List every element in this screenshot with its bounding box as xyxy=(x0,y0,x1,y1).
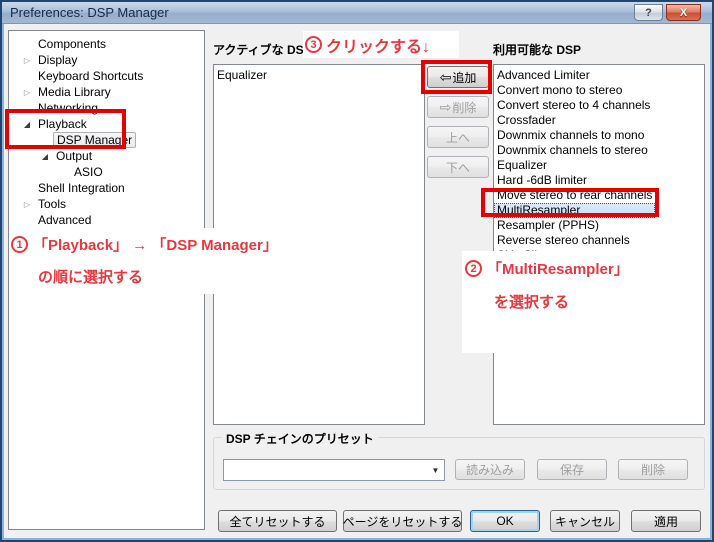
list-item-label: Reverse stereo channels xyxy=(497,233,630,247)
tree-item[interactable]: Components xyxy=(9,36,204,52)
arrow-left-icon xyxy=(440,70,453,84)
arrow-right-icon xyxy=(440,100,453,114)
preset-combobox[interactable]: ▼ xyxy=(223,459,445,481)
circled-number-icon: 3 xyxy=(305,36,322,53)
annotation-step2: 2 「MultiResampler」 を選択する xyxy=(462,251,654,353)
cancel-button[interactable]: キャンセル xyxy=(550,510,620,532)
list-item[interactable]: Downmix channels to stereo xyxy=(494,143,704,158)
circled-number-icon: 1 xyxy=(11,236,28,253)
delete-preset-button[interactable]: 削除 xyxy=(618,459,688,480)
add-button[interactable]: 追加 xyxy=(427,66,489,88)
help-button[interactable]: ? xyxy=(634,4,663,21)
tree-expander-icon[interactable] xyxy=(19,195,35,213)
tree-expander-icon[interactable] xyxy=(19,51,35,69)
active-dsp-label: アクティブな DSP xyxy=(213,43,312,57)
list-item-label: Resampler (PPHS) xyxy=(497,218,600,232)
list-item-label: Equalizer xyxy=(497,158,548,172)
window-title: Preferences: DSP Manager xyxy=(10,5,169,20)
tree-item[interactable]: Advanced xyxy=(9,212,204,228)
chevron-down-icon[interactable]: ▼ xyxy=(427,466,444,475)
reset-all-button[interactable]: 全てリセットする xyxy=(218,510,337,532)
dsp-chain-preset-label: DSP チェインのプリセット xyxy=(222,430,378,447)
list-item-label: Crossfader xyxy=(497,113,556,127)
list-item[interactable]: Convert mono to stereo xyxy=(494,83,704,98)
annotation-step1: 1 「Playback」 → 「DSP Manager」 の順に選択する xyxy=(11,228,363,294)
tree-item[interactable]: Keyboard Shortcuts xyxy=(9,68,204,84)
tree-item-label: Keyboard Shortcuts xyxy=(38,69,144,83)
list-item-label: Convert mono to stereo xyxy=(497,83,623,97)
tree-item-label: Display xyxy=(38,53,78,67)
ok-button[interactable]: OK xyxy=(470,510,540,532)
close-button[interactable]: X xyxy=(666,4,701,21)
list-item[interactable]: MultiResampler xyxy=(494,203,655,218)
list-item[interactable]: Move stereo to rear channels xyxy=(494,188,704,203)
tree-item-label: Media Library xyxy=(38,85,111,99)
circled-number-icon: 2 xyxy=(465,260,482,277)
list-item[interactable]: Advanced Limiter xyxy=(494,68,704,83)
tree-item[interactable]: Playback xyxy=(9,116,204,132)
reset-page-button[interactable]: ページをリセットする xyxy=(343,510,462,532)
list-item-label: Move stereo to rear channels xyxy=(497,188,653,202)
annotation-step2-line2: を選択する xyxy=(494,294,570,311)
tree-item-label: ASIO xyxy=(74,165,103,179)
list-item-label: Downmix channels to mono xyxy=(497,128,645,142)
list-item[interactable]: Convert stereo to 4 channels xyxy=(494,98,704,113)
tree-item[interactable]: Networking xyxy=(9,100,204,116)
list-item[interactable]: Crossfader xyxy=(494,113,704,128)
list-item[interactable]: Equalizer xyxy=(494,158,704,173)
list-item[interactable]: Equalizer xyxy=(214,68,424,83)
tree-item[interactable]: DSP Manager xyxy=(9,132,204,148)
title-bar: Preferences: DSP Manager ? X xyxy=(2,2,712,24)
tree-item-label: Shell Integration xyxy=(38,181,125,195)
tree-item-label: Output xyxy=(56,149,93,163)
load-preset-button[interactable]: 読み込み xyxy=(455,459,525,480)
list-item-label: Hard -6dB limiter xyxy=(497,173,588,187)
tree-item[interactable]: Output xyxy=(9,148,204,164)
move-down-button[interactable]: 下へ xyxy=(427,156,489,178)
tree-item-label: Tools xyxy=(38,197,67,211)
remove-button[interactable]: 削除 xyxy=(427,96,489,118)
available-dsp-list: Advanced Limiter Convert mono to stereo … xyxy=(493,64,705,425)
available-dsp-label: 利用可能な DSP xyxy=(493,43,582,57)
annotation-step2-line1: 「MultiResampler」 xyxy=(487,261,629,278)
tree-item-label: Playback xyxy=(38,117,87,131)
tree-expander-icon[interactable] xyxy=(19,115,35,133)
tree-item-label: Networking xyxy=(38,101,99,115)
annotation-step1-line2: の順に選択する xyxy=(38,269,144,286)
tree-item[interactable]: Media Library xyxy=(9,84,204,100)
list-item[interactable]: Hard -6dB limiter xyxy=(494,173,704,188)
list-item-label: Downmix channels to stereo xyxy=(497,143,648,157)
save-preset-button[interactable]: 保存 xyxy=(537,459,607,480)
annotation-step3-text: クリックする↓ xyxy=(326,38,431,56)
list-item-label: Equalizer xyxy=(217,68,268,82)
tree-expander-icon[interactable] xyxy=(37,147,53,165)
list-item-label: Advanced Limiter xyxy=(497,68,590,82)
preferences-dialog: Preferences: DSP Manager ? X Components … xyxy=(0,0,714,542)
list-item-label: Convert stereo to 4 channels xyxy=(497,98,651,112)
annotation-step1-line1: 「Playback」 → 「DSP Manager」 xyxy=(33,237,278,254)
tree-item[interactable]: Shell Integration xyxy=(9,180,204,196)
list-item[interactable]: Downmix channels to mono xyxy=(494,128,704,143)
tree-item-label: DSP Manager xyxy=(53,132,137,148)
tree-item-label: Components xyxy=(38,37,107,51)
add-button-label: 追加 xyxy=(452,70,477,85)
list-item-label: MultiResampler xyxy=(497,203,581,217)
list-item[interactable]: Resampler (PPHS) xyxy=(494,218,704,233)
annotation-step3: 3 クリックする↓ xyxy=(303,31,459,58)
list-item[interactable]: Reverse stereo channels xyxy=(494,233,704,248)
tree-item[interactable]: Tools xyxy=(9,196,204,212)
tree-item[interactable]: ASIO xyxy=(9,164,204,180)
tree-expander-icon[interactable] xyxy=(19,83,35,101)
tree-item[interactable]: Display xyxy=(9,52,204,68)
apply-button[interactable]: 適用 xyxy=(631,510,701,532)
tree-item-label: Advanced xyxy=(38,213,92,227)
move-up-button[interactable]: 上へ xyxy=(427,126,489,148)
remove-button-label: 削除 xyxy=(452,100,477,115)
